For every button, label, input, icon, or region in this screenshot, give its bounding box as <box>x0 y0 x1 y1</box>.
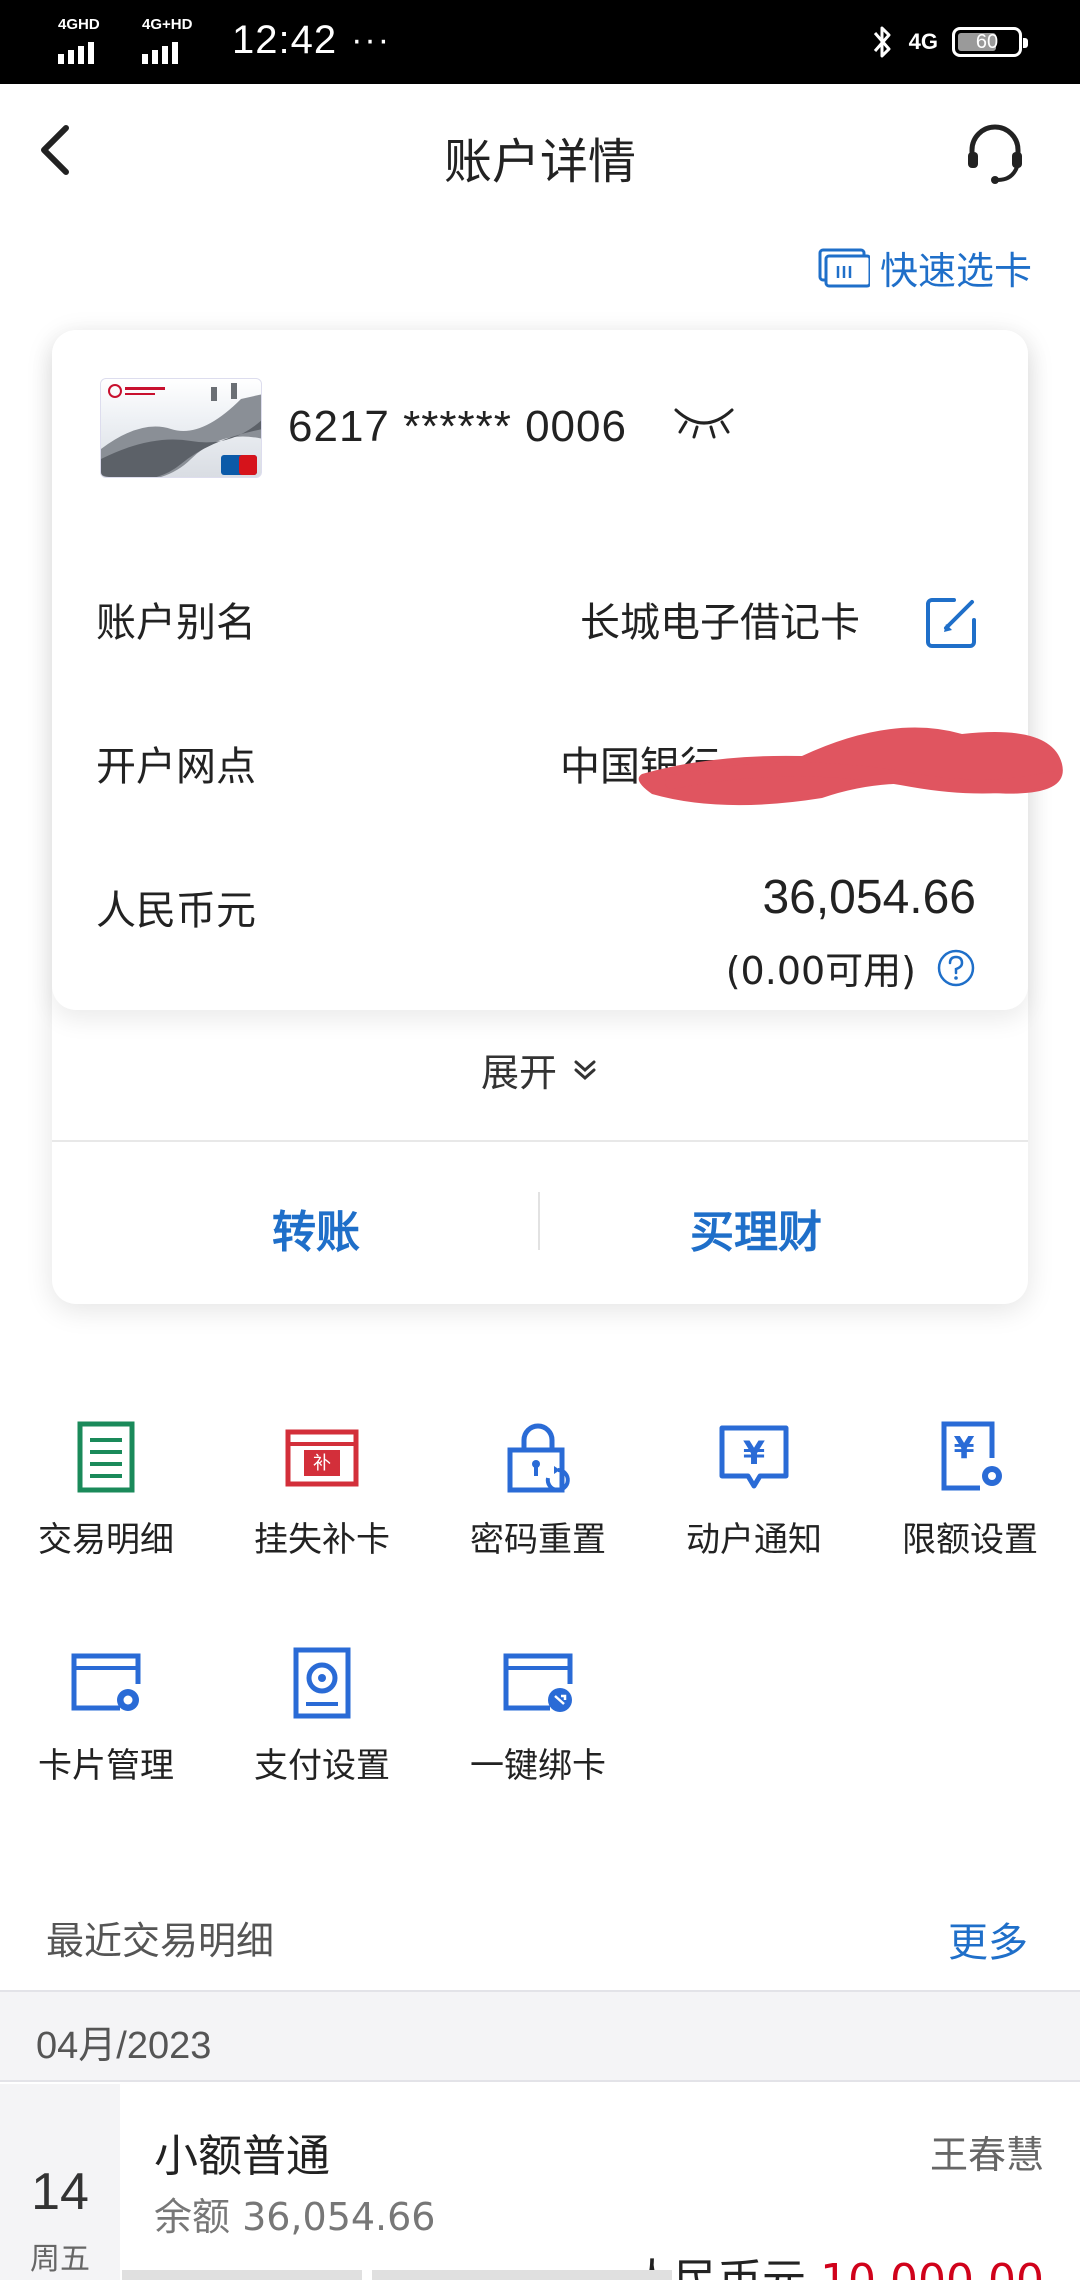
service-limit-settings[interactable]: ¥ 限额设置 <box>870 1418 1070 1561</box>
payment-settings-icon <box>293 1647 351 1719</box>
status-bar: 4GHD 4G+HD 12:42 ··· 4G 60 <box>0 0 1080 84</box>
transaction-counterparty: 王春慧 <box>929 2133 1044 2177</box>
month-header: 04月/2023 <box>0 1990 1080 2082</box>
svg-text:¥: ¥ <box>954 1431 975 1466</box>
page-title: 账户详情 <box>443 134 636 190</box>
nav-bar: 账户详情 <box>0 84 1080 214</box>
alias-value: 长城电子借记卡 <box>580 600 860 646</box>
network-type: 4G <box>908 29 938 54</box>
limit-settings-icon: ¥ <box>941 1421 1002 1491</box>
bank-card-thumbnail <box>100 378 262 478</box>
card-number: 6217 ****** 0006 <box>288 402 627 451</box>
scroll-placeholder <box>372 2270 672 2280</box>
signal-strength-icon: 4GHD <box>58 16 124 64</box>
available-amount: (0.00可用) <box>725 949 916 993</box>
battery-icon: 60 <box>952 27 1028 57</box>
service-bind-card[interactable]: 一键绑卡 <box>438 1644 638 1787</box>
service-card-manage[interactable]: 卡片管理 <box>6 1644 206 1787</box>
buy-wealth-button[interactable]: 买理财 <box>690 1196 822 1260</box>
transaction-balance: 余额 36,054.66 <box>154 2195 436 2239</box>
password-reset-icon <box>507 1423 570 1493</box>
card-manage-icon <box>71 1653 141 1711</box>
account-info-panel: 6217 ****** 0006 账户别名 长城电子借记卡 开户网点 中国银行 … <box>52 330 1063 1010</box>
transfer-button[interactable]: 转账 <box>272 1196 360 1260</box>
recent-transactions-title: 最近交易明细 <box>46 1919 275 1963</box>
currency-label: 人民币元 <box>96 888 256 934</box>
expand-button[interactable]: 展开 <box>52 1042 1028 1097</box>
svg-text:补: 补 <box>313 1453 331 1474</box>
service-password-reset[interactable]: 密码重置 <box>438 1418 638 1561</box>
transaction-name: 小额普通 <box>154 2131 330 2182</box>
report-loss-icon: 补 <box>285 1429 359 1487</box>
quick-select-card-button[interactable]: 快速选卡 <box>818 240 1032 295</box>
transaction-amount: 人民币元 10,000.00 <box>630 2244 1044 2280</box>
headset-icon[interactable] <box>962 120 1028 186</box>
service-report-loss[interactable]: 补 挂失补卡 <box>222 1418 422 1561</box>
account-card: 6217 ****** 0006 账户别名 长城电子借记卡 开户网点 中国银行 … <box>52 330 1063 1304</box>
service-transaction-list[interactable]: 交易明细 <box>6 1418 206 1561</box>
help-icon[interactable] <box>936 948 976 988</box>
service-account-notice[interactable]: ¥ 动户通知 <box>654 1418 854 1561</box>
double-chevron-down-icon <box>574 1060 596 1080</box>
signal-strength-icon: 4G+HD <box>142 16 208 64</box>
eye-closed-icon[interactable] <box>672 400 736 440</box>
alias-label: 账户别名 <box>96 600 256 646</box>
account-notice-icon: ¥ <box>719 1425 789 1489</box>
scroll-placeholder <box>122 2270 362 2280</box>
divider <box>52 1140 1028 1142</box>
edit-icon[interactable] <box>924 594 980 650</box>
divider <box>538 1192 540 1250</box>
bind-card-icon <box>503 1653 573 1712</box>
svg-text:¥: ¥ <box>743 1434 765 1472</box>
bluetooth-icon <box>873 26 891 58</box>
transaction-date: 14 周五 <box>0 2084 120 2280</box>
clock: 12:42 <box>232 17 338 62</box>
redaction-scribble <box>638 727 1063 806</box>
balance-amount: 36,054.66 <box>762 871 976 924</box>
transaction-list-icon <box>77 1421 135 1493</box>
branch-label: 开户网点 <box>96 744 256 790</box>
more-link[interactable]: 更多 <box>948 1910 1028 1968</box>
service-payment-settings[interactable]: 支付设置 <box>222 1644 422 1787</box>
card-select-icon <box>818 248 870 287</box>
more-notifications-icon: ··· <box>351 20 392 59</box>
